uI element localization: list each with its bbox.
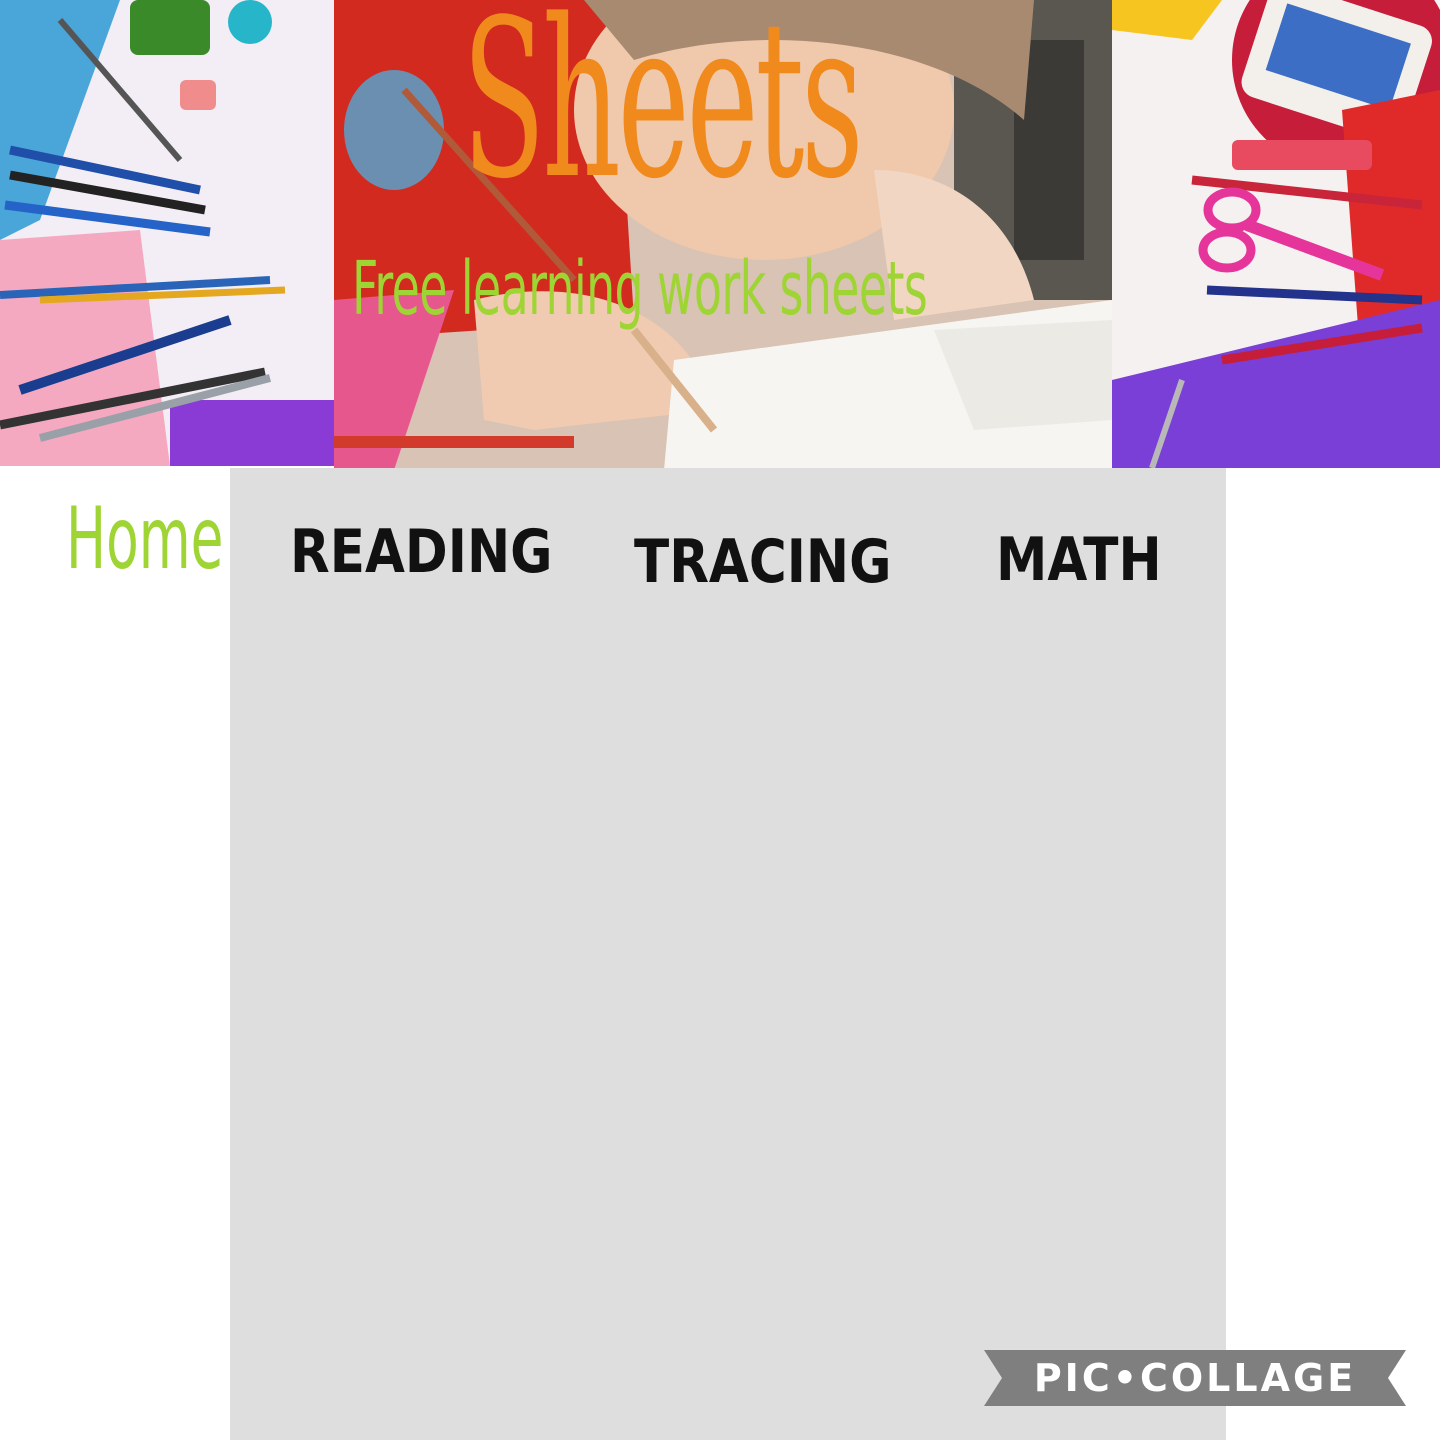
- site-tagline: Free learning work sheets: [352, 246, 928, 332]
- art-supplies-photo: [0, 0, 334, 466]
- site-title: Sheets: [462, 0, 864, 227]
- nav-math-link[interactable]: MATH: [996, 530, 1162, 590]
- nav-home-link[interactable]: Home: [66, 496, 223, 582]
- watermark-badge: PIC•COLLAGE: [984, 1350, 1406, 1406]
- watercolor-scissors-photo: [1112, 0, 1440, 468]
- header-collage: Sheets Free learning work sheets: [0, 0, 1440, 470]
- watermark-text: PIC•COLLAGE: [1033, 1356, 1357, 1400]
- nav-tracing-link[interactable]: TRACING: [634, 532, 891, 592]
- content-area: [230, 468, 1226, 1440]
- nav-reading-link[interactable]: READING: [290, 522, 552, 582]
